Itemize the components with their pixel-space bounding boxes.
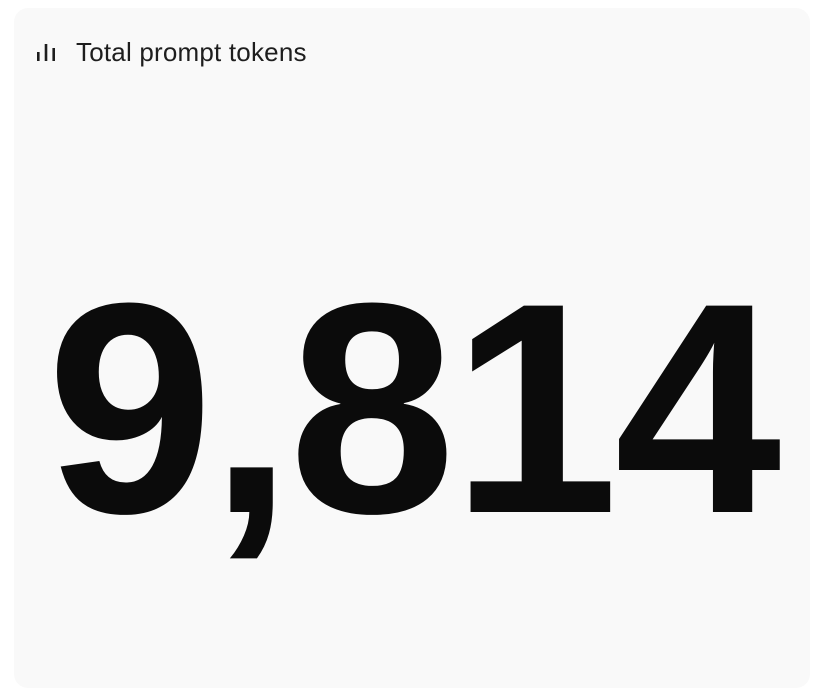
metric-card: Total prompt tokens 9,814 [14, 8, 810, 688]
card-header: Total prompt tokens [34, 36, 307, 68]
bar-chart-icon [34, 40, 58, 64]
metric-value: 9,814 [46, 240, 782, 576]
card-title: Total prompt tokens [76, 36, 307, 67]
